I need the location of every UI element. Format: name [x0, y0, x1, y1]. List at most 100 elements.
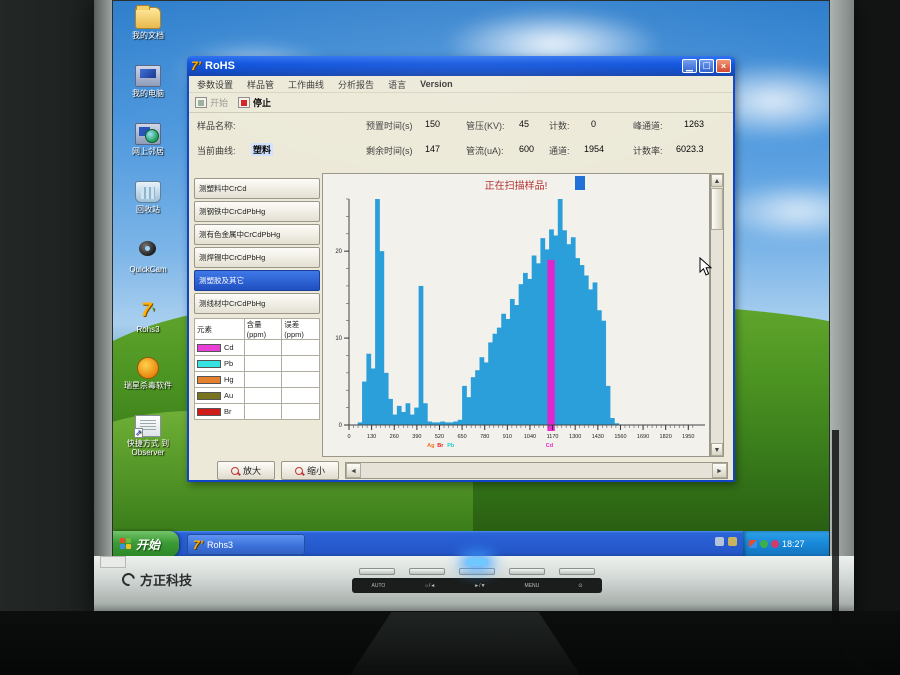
svg-text:10: 10	[335, 336, 342, 342]
count-rate-label: 计数率:	[633, 144, 663, 157]
sample-name-label: 样品名称:	[197, 119, 236, 132]
desktop-icon-my-documents[interactable]: 我的文档	[117, 7, 179, 40]
remain-time-label: 剩余时间(s)	[366, 144, 413, 157]
display-settings-icon[interactable]	[715, 537, 724, 546]
table-row[interactable]: Hg	[195, 372, 320, 388]
windows-flag-icon	[120, 538, 132, 550]
maximize-button[interactable]: ☐	[699, 59, 714, 73]
current-curve-value[interactable]: 塑料	[251, 143, 273, 156]
monitor-power-button[interactable]	[559, 568, 595, 575]
monitor-brightness-button[interactable]	[409, 568, 445, 575]
mode-button-nonferrous[interactable]: 测有色金属中CrCdPbHg	[194, 224, 320, 245]
svg-text:780: 780	[480, 434, 489, 440]
taskbar-icons	[715, 537, 737, 546]
scroll-left-arrow[interactable]: ◄	[346, 463, 361, 478]
rohs-app-icon: 7’	[193, 538, 203, 552]
mode-button-wire[interactable]: 测线材中CrCdPbHg	[194, 293, 320, 314]
svg-text:Cd: Cd	[546, 443, 553, 449]
svg-text:1950: 1950	[682, 434, 694, 440]
monitor-select-button[interactable]	[459, 568, 495, 575]
menu-item-sample[interactable]: 样品管	[247, 78, 274, 91]
scroll-right-arrow[interactable]: ►	[712, 463, 727, 478]
webcam-icon	[135, 241, 161, 263]
info-panel: 样品名称: 当前曲线: 塑料 预置时间(s) 150 管压(KV): 45 计数…	[189, 113, 733, 171]
vertical-scrollbar[interactable]: ▲ ▼	[710, 173, 724, 457]
count-rate-value: 6023.3	[676, 144, 704, 154]
taskbar: 开始 7’ Rohs3 18:27	[113, 531, 829, 557]
peak-channel-value: 1263	[684, 119, 704, 129]
desktop-icon-rising-antivirus[interactable]: 瑞星杀毒软件	[117, 357, 179, 390]
scroll-up-arrow[interactable]: ▲	[711, 174, 723, 187]
scrollbar-thumb[interactable]	[711, 188, 723, 230]
table-row[interactable]: Cd	[195, 340, 320, 356]
pb-color-swatch	[197, 360, 221, 368]
magnifier-icon	[295, 467, 303, 475]
spectrum-panel: 正在扫描样品! 01302603905206507809101040117013…	[322, 173, 710, 457]
menu-item-language[interactable]: 语言	[388, 78, 406, 91]
desktop-icon-observer-shortcut[interactable]: 快捷方式 到 Observer	[117, 415, 179, 457]
menu-item-work-curve[interactable]: 工作曲线	[288, 78, 324, 91]
recycle-bin-icon	[135, 181, 161, 203]
channel-value: 1954	[584, 144, 604, 154]
volume-tray-icon[interactable]	[771, 540, 779, 548]
monitor-brand: 方正科技	[122, 570, 192, 589]
taskbar-item-rohs3[interactable]: 7’ Rohs3	[187, 534, 305, 555]
table-row[interactable]: Br	[195, 404, 320, 420]
menu-item-version[interactable]: Version	[420, 79, 453, 89]
col-error: 误差(ppm)	[282, 319, 320, 340]
desktop-icon-my-computer[interactable]: 我的电脑	[117, 65, 179, 98]
horizontal-scrollbar[interactable]: ◄ ►	[345, 462, 728, 479]
cd-color-swatch	[197, 344, 221, 352]
network-tray-icon[interactable]	[760, 540, 768, 548]
mode-button-solder[interactable]: 测焊锡中CrCdPbHg	[194, 247, 320, 268]
network-icon	[135, 123, 161, 145]
table-row[interactable]: Au	[195, 388, 320, 404]
scroll-down-arrow[interactable]: ▼	[711, 443, 723, 456]
desktop-icon-quickcam[interactable]: QuickCam	[117, 241, 179, 274]
stop-button[interactable]: 停止	[238, 96, 271, 109]
cable	[832, 430, 892, 675]
desktop-icon-rohs3[interactable]: 7’ Rohs3	[117, 301, 179, 334]
tube-current-label: 管流(uA):	[466, 144, 504, 157]
menu-item-parameters[interactable]: 参数设置	[197, 78, 233, 91]
table-row[interactable]: Pb	[195, 356, 320, 372]
desktop-icon-recycle-bin[interactable]: 回收站	[117, 181, 179, 214]
mode-button-plastics-other[interactable]: 测塑胶及其它	[194, 270, 320, 291]
antivirus-icon	[137, 357, 159, 379]
scan-progress-indicator	[575, 176, 585, 190]
desktop-icon-network[interactable]: 网上邻居	[117, 123, 179, 156]
mode-button-steel[interactable]: 测钢铁中CrCdPbHg	[194, 201, 320, 222]
monitor-menu-button[interactable]	[509, 568, 545, 575]
svg-text:130: 130	[367, 434, 376, 440]
zoom-in-button[interactable]: 放大	[217, 461, 275, 480]
window-titlebar[interactable]: 7’ RoHS ▁ ☐ ×	[187, 56, 735, 76]
brand-text: 方正科技	[140, 570, 192, 589]
mode-button-plastic-crcd[interactable]: 测塑料中CrCd	[194, 178, 320, 199]
rohs-app-icon: 7’	[191, 59, 201, 73]
table-header-row: 元素 含量(ppm) 误差(ppm)	[195, 319, 320, 340]
menu-bar: 参数设置 样品管 工作曲线 分析报告 语言 Version	[189, 76, 733, 93]
preset-time-value: 150	[425, 119, 440, 129]
start-button[interactable]: 开始	[195, 96, 228, 109]
start-menu-button[interactable]: 开始	[113, 531, 179, 557]
minimize-button[interactable]: ▁	[682, 59, 697, 73]
monitor-button-labels: AUTO ☼/◄ ►/▼ MENU ⊙	[352, 578, 602, 593]
tube-voltage-value: 45	[519, 119, 529, 129]
element-table: 元素 含量(ppm) 误差(ppm) Cd Pb Hg Au Br	[194, 318, 320, 420]
menu-item-report[interactable]: 分析报告	[338, 78, 374, 91]
monitor-auto-button[interactable]	[359, 568, 395, 575]
brightness-label: ☼/◄	[424, 583, 435, 589]
svg-text:520: 520	[435, 434, 444, 440]
current-curve-label: 当前曲线:	[197, 144, 236, 157]
svg-text:260: 260	[390, 434, 399, 440]
start-label: 开始	[210, 96, 228, 109]
zoom-out-button[interactable]: 缩小	[281, 461, 339, 480]
svg-text:910: 910	[503, 434, 512, 440]
antivirus-tray-icon[interactable]	[749, 540, 757, 548]
tray-clock[interactable]: 18:27	[782, 539, 805, 549]
icon-label: 我的电脑	[132, 89, 164, 98]
menu-label: MENU	[525, 583, 540, 589]
close-button[interactable]: ×	[716, 59, 731, 73]
update-icon[interactable]	[728, 537, 737, 546]
svg-text:1430: 1430	[592, 434, 604, 440]
